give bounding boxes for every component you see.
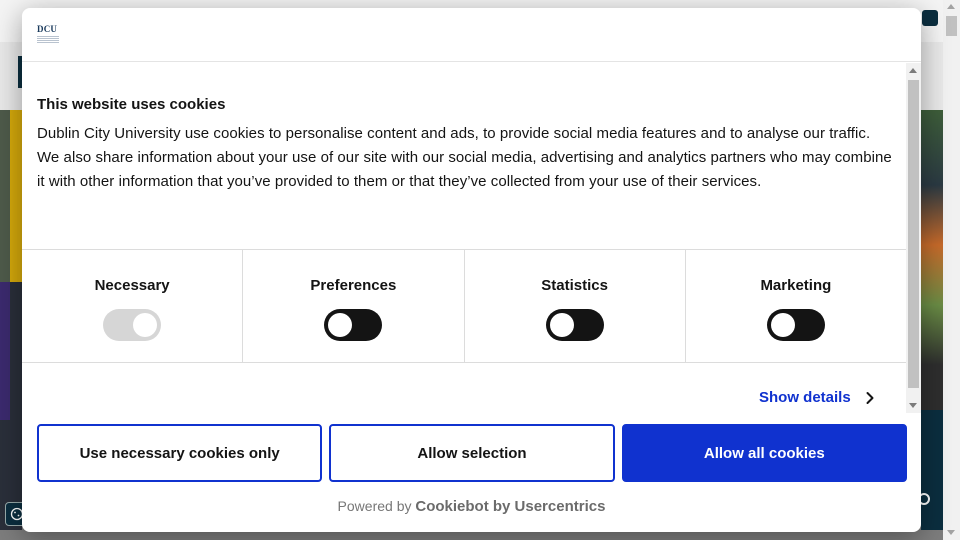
category-label: Statistics <box>541 277 608 294</box>
dialog-scrollbar-thumb[interactable] <box>908 80 919 388</box>
dialog-content: This website uses cookies Dublin City Un… <box>22 63 906 413</box>
cookie-consent-dialog: DCU This website uses cookies Dublin Cit… <box>22 8 921 532</box>
preferences-toggle[interactable] <box>324 309 383 341</box>
page-scrollbar-down-icon[interactable] <box>947 530 955 535</box>
scroll-up-icon[interactable] <box>909 68 917 73</box>
use-necessary-only-button[interactable]: Use necessary cookies only <box>37 424 323 482</box>
background-right-photo <box>921 110 943 410</box>
consent-buttons: Use necessary cookies only Allow selecti… <box>37 424 907 482</box>
show-details-link[interactable]: Show details <box>759 389 877 406</box>
statistics-toggle[interactable] <box>545 309 604 341</box>
allow-all-button[interactable]: Allow all cookies <box>621 424 907 482</box>
category-label: Necessary <box>94 277 170 294</box>
page-scrollbar-thumb[interactable] <box>946 16 957 36</box>
page-scrollbar-up-icon[interactable] <box>947 4 955 9</box>
cookiebot-brand[interactable]: Cookiebot by Usercentrics <box>415 498 605 515</box>
logo-text: DCU <box>37 24 58 34</box>
page-scrollbar[interactable] <box>943 0 960 540</box>
phone-icon[interactable] <box>922 10 938 26</box>
background-left-yellow <box>10 110 22 282</box>
powered-by-prefix: Powered by <box>337 498 412 514</box>
chevron-right-icon <box>863 391 877 405</box>
cookie-categories: Necessary Preferences Statistics Marketi… <box>22 249 906 363</box>
dialog-title: This website uses cookies <box>37 96 226 113</box>
allow-selection-button[interactable]: Allow selection <box>329 424 615 482</box>
powered-by[interactable]: Powered by Cookiebot by Usercentrics <box>22 498 921 515</box>
dcu-logo: DCU <box>37 24 59 44</box>
background-left-photo <box>0 110 10 282</box>
category-label: Preferences <box>310 277 397 294</box>
logo-tagline <box>37 36 59 44</box>
marketing-toggle[interactable] <box>766 309 825 341</box>
toggle-knob <box>549 313 574 337</box>
category-label: Marketing <box>760 277 832 294</box>
toggle-knob <box>328 313 353 337</box>
dialog-scrollbar[interactable] <box>906 63 921 413</box>
scroll-down-icon[interactable] <box>909 403 917 408</box>
dialog-header: DCU <box>22 8 921 62</box>
dialog-description: Dublin City University use cookies to pe… <box>37 125 892 190</box>
toggle-knob <box>133 313 158 337</box>
category-preferences: Preferences <box>243 250 465 362</box>
show-details-label: Show details <box>759 389 851 406</box>
toggle-knob <box>770 313 795 337</box>
category-statistics: Statistics <box>465 250 686 362</box>
background-right-navy <box>921 410 943 530</box>
category-marketing: Marketing <box>686 250 906 362</box>
necessary-toggle <box>103 309 162 341</box>
category-necessary: Necessary <box>22 250 244 362</box>
background-left-purple <box>0 282 10 420</box>
